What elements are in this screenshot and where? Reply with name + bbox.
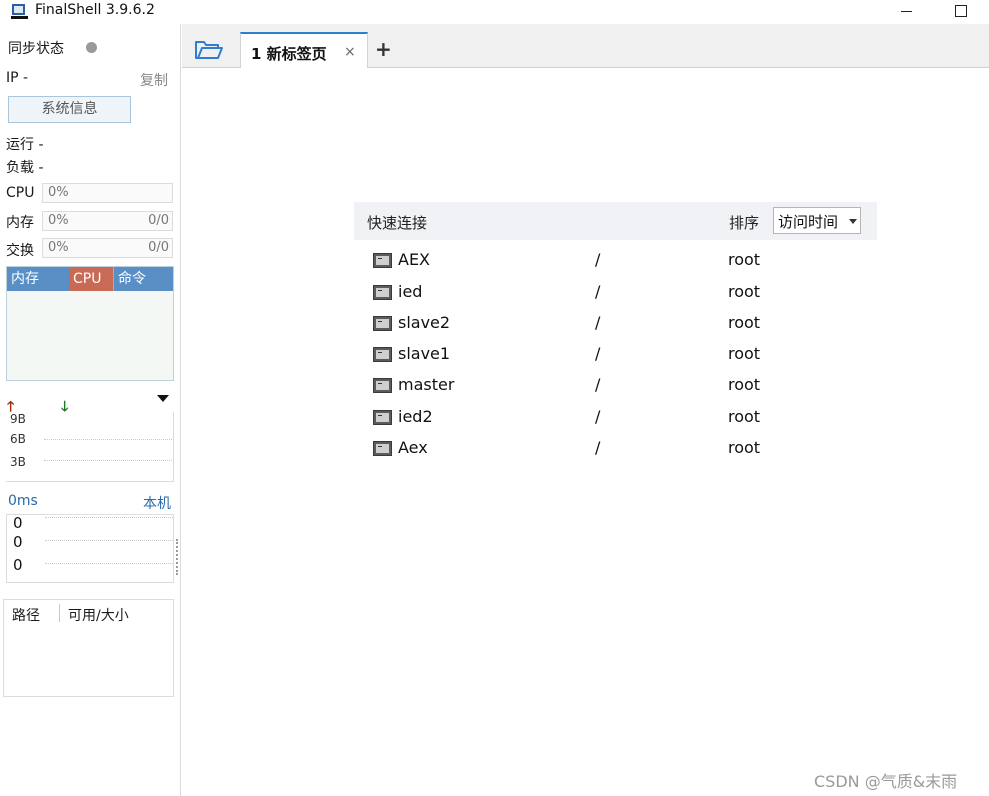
sort-label: 排序 (729, 214, 760, 232)
sync-status-label: 同步状态 (8, 41, 64, 57)
network-tick: 9B (10, 412, 26, 426)
latency-graph: 0 0 0 (6, 514, 174, 583)
terminal-icon (373, 316, 392, 331)
connection-row[interactable]: AEX / root (372, 247, 852, 275)
quick-connect-title: 快速连接 (367, 214, 428, 232)
connection-row[interactable]: ied / root (372, 279, 852, 307)
swap-value: 0% (48, 240, 69, 255)
tab-bar: 1 新标签页 × + (182, 24, 989, 68)
quick-connect-header: 快速连接 排序 访问时间 (354, 202, 877, 240)
sort-select[interactable]: 访问时间 (773, 207, 861, 234)
gridline (45, 517, 173, 518)
swap-meter: 0% 0/0 (42, 238, 173, 258)
connection-name: AEX (398, 250, 431, 269)
tab-label: 1 新标签页 (251, 45, 327, 63)
tab-new-tab[interactable]: 1 新标签页 × (240, 32, 368, 68)
sort-select-value: 访问时间 (778, 213, 839, 231)
memory-ratio: 0/0 (148, 213, 169, 228)
column-separator (59, 604, 60, 622)
terminal-icon (373, 253, 392, 268)
disk-table[interactable]: 路径 可用/大小 (3, 599, 174, 697)
connection-user: root (728, 407, 761, 426)
connection-name: Aex (398, 438, 428, 457)
gridline (44, 460, 172, 461)
minimize-button[interactable] (896, 0, 918, 22)
connection-row[interactable]: slave1 / root (372, 341, 852, 369)
connection-row[interactable]: slave2 / root (372, 310, 852, 338)
chevron-down-icon (849, 219, 857, 224)
network-interface-dropdown[interactable] (157, 395, 169, 402)
column-header-path[interactable]: 路径 (12, 605, 40, 625)
app-icon (11, 4, 28, 19)
swap-ratio: 0/0 (148, 240, 169, 255)
gridline (44, 439, 172, 440)
load-label: 负载 - (6, 160, 44, 176)
connection-name: ied (398, 282, 423, 301)
main-content: 快速连接 排序 访问时间 AEX / root ied / root slave… (182, 69, 989, 796)
connection-name: ied2 (398, 407, 433, 426)
column-header-command[interactable]: 命令 (113, 267, 173, 291)
terminal-icon (373, 347, 392, 362)
connection-path: / (595, 250, 601, 269)
connection-path: / (595, 282, 601, 301)
window-title: FinalShell 3.9.6.2 (35, 2, 155, 18)
connection-row[interactable]: ied2 / root (372, 404, 852, 432)
process-table[interactable]: 内存 CPU 命令 (6, 266, 174, 381)
gridline (45, 563, 173, 564)
cpu-value: 0% (48, 185, 69, 200)
latency-tick: 0 (13, 556, 23, 574)
watermark: CSDN @气质&末雨 (814, 772, 958, 791)
latency-target[interactable]: 本机 (143, 493, 171, 513)
connection-name: slave2 (398, 313, 451, 332)
connection-row[interactable]: Aex / root (372, 435, 852, 463)
terminal-icon (373, 441, 392, 456)
gridline (45, 540, 173, 541)
connection-path: / (595, 344, 601, 363)
terminal-icon (373, 285, 392, 300)
connection-user: root (728, 282, 761, 301)
connection-path: / (595, 407, 601, 426)
connection-row[interactable]: master / root (372, 372, 852, 400)
connection-name: master (398, 375, 455, 394)
system-info-button[interactable]: 系统信息 (8, 96, 131, 123)
memory-value: 0% (48, 213, 69, 228)
sync-status-indicator (86, 42, 97, 53)
copy-ip-button[interactable]: 复制 (140, 70, 168, 90)
column-header-cpu[interactable]: CPU (69, 267, 113, 291)
status-sidebar: 同步状态 IP - 复制 系统信息 运行 - 负载 - CPU 0% 内存 0%… (0, 24, 181, 796)
maximize-button[interactable] (950, 0, 972, 22)
terminal-icon (373, 410, 392, 425)
close-tab-icon[interactable]: × (344, 44, 356, 60)
cpu-label: CPU (6, 185, 35, 201)
ip-label: IP - (6, 70, 29, 86)
connection-user: root (728, 375, 761, 394)
terminal-icon (373, 378, 392, 393)
column-header-memory[interactable]: 内存 (7, 267, 69, 291)
column-header-available-size[interactable]: 可用/大小 (68, 605, 129, 625)
title-bar: FinalShell 3.9.6.2 (0, 0, 989, 24)
process-table-header: 内存 CPU 命令 (7, 267, 173, 291)
connection-path: / (595, 375, 601, 394)
connection-name: slave1 (398, 344, 451, 363)
run-label: 运行 - (6, 137, 44, 153)
cpu-meter: 0% (42, 183, 173, 203)
network-tick: 3B (10, 455, 26, 469)
connection-path: / (595, 438, 601, 457)
connection-path: / (595, 313, 601, 332)
network-graph: 9B 6B 3B (6, 412, 174, 482)
panel-splitter-handle[interactable] (176, 539, 179, 575)
connection-user: root (728, 438, 761, 457)
open-folder-icon[interactable] (194, 38, 224, 62)
connection-user: root (728, 313, 761, 332)
memory-label: 内存 (6, 215, 34, 231)
connection-user: root (728, 344, 761, 363)
latency-value: 0ms (8, 493, 38, 509)
network-tick: 6B (10, 432, 26, 446)
connection-user: root (728, 250, 761, 269)
latency-tick: 0 (13, 514, 23, 532)
swap-label: 交换 (6, 243, 34, 259)
latency-tick: 0 (13, 533, 23, 551)
add-tab-icon[interactable]: + (375, 37, 392, 61)
memory-meter: 0% 0/0 (42, 211, 173, 231)
